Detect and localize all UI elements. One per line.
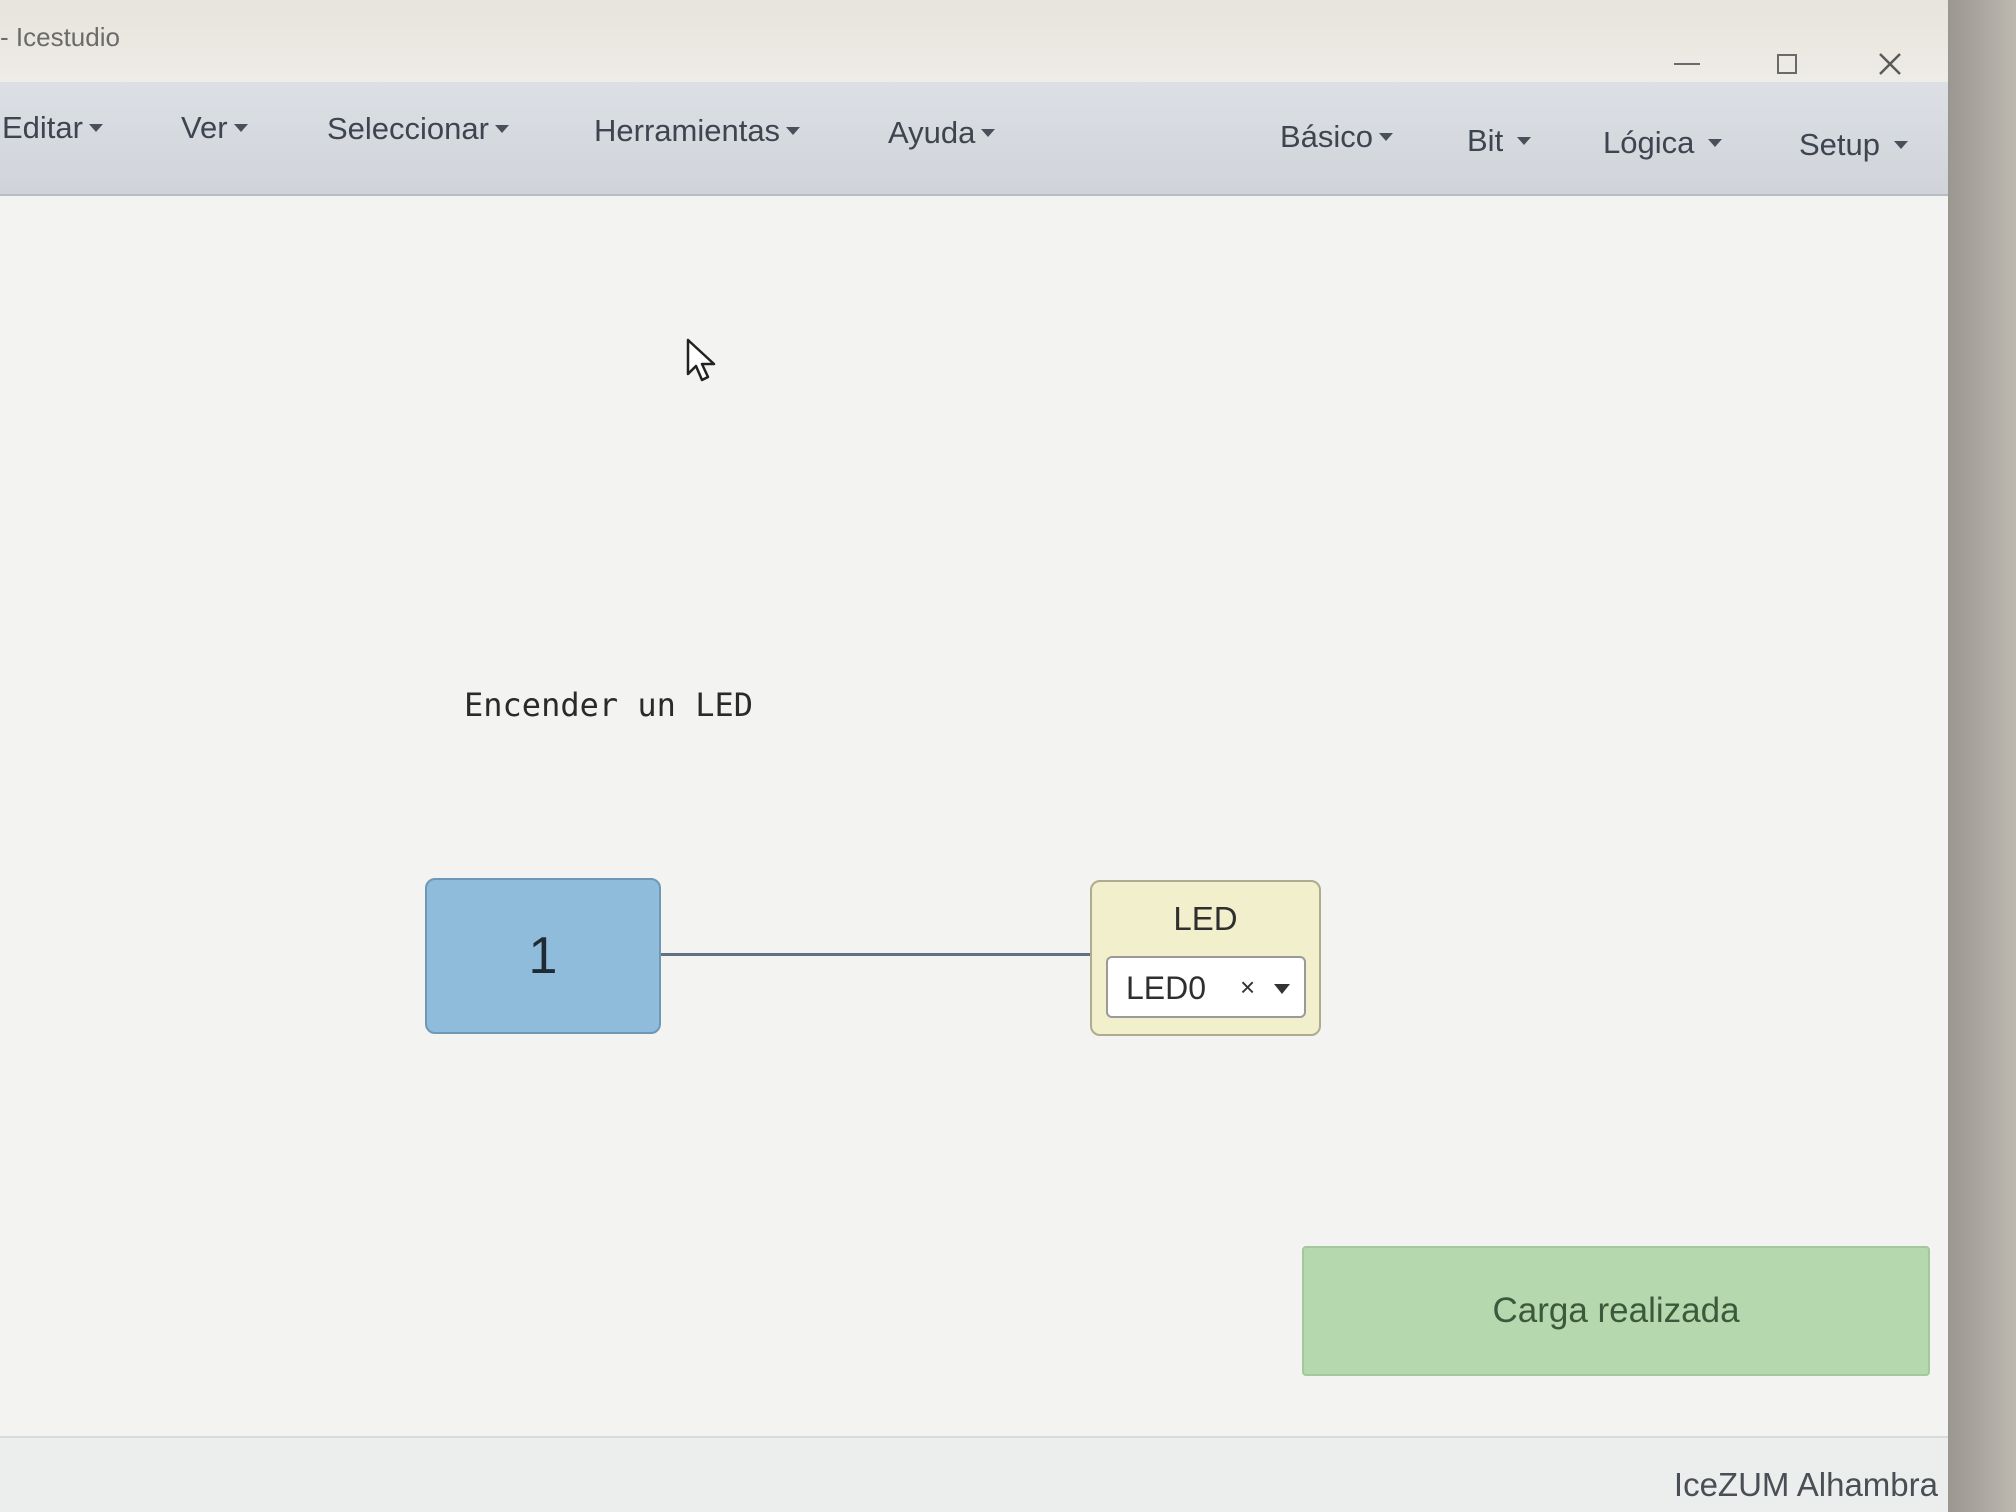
status-footer: IceZUM Alhambra	[0, 1436, 1948, 1512]
led-output-block[interactable]: LED LED0 ×	[1090, 880, 1321, 1036]
menu-basico[interactable]: Básico	[1280, 119, 1394, 155]
caret-down-icon	[981, 129, 996, 137]
caret-down-icon	[1894, 141, 1909, 149]
icestudio-window: - Icestudio Editar Ver Seleccionar Herra…	[0, 0, 1948, 1512]
success-notification[interactable]: Carga realizada	[1302, 1246, 1930, 1376]
minimize-button[interactable]	[1665, 42, 1709, 86]
caret-down-icon	[1379, 133, 1394, 141]
title-bar: - Icestudio	[0, 0, 1948, 82]
menu-editar-label: Editar	[2, 110, 83, 145]
constant-value: 1	[528, 927, 558, 985]
menu-seleccionar[interactable]: Seleccionar	[327, 111, 509, 147]
clear-selection-icon[interactable]: ×	[1240, 972, 1255, 1003]
caret-down-icon	[233, 124, 248, 132]
close-button[interactable]	[1868, 42, 1912, 86]
comment-block[interactable]: Encender un LED	[464, 686, 753, 724]
menu-ver[interactable]: Ver	[181, 110, 248, 146]
notification-message: Carga realizada	[1492, 1291, 1740, 1330]
caret-down-icon	[1708, 139, 1723, 147]
menu-ver-label: Ver	[181, 110, 228, 145]
caret-down-icon	[88, 124, 103, 132]
menu-bit-label: Bit	[1467, 123, 1504, 158]
menu-logica-label: Lógica	[1603, 125, 1695, 160]
caret-down-icon	[786, 127, 801, 135]
menu-bit[interactable]: Bit	[1467, 123, 1532, 159]
menu-herramientas-label: Herramientas	[594, 113, 781, 148]
menu-basico-label: Básico	[1280, 119, 1374, 154]
menu-editar[interactable]: Editar	[2, 110, 103, 146]
caret-down-icon	[494, 125, 509, 133]
menu-setup[interactable]: Setup	[1799, 127, 1909, 163]
led-pin-select[interactable]: LED0 ×	[1106, 956, 1306, 1018]
close-icon	[1879, 53, 1901, 75]
selected-board[interactable]: IceZUM Alhambra	[1674, 1466, 1938, 1504]
constant-block[interactable]: 1	[425, 878, 661, 1034]
led-pin-value: LED0	[1126, 970, 1207, 1006]
caret-down-icon	[1517, 137, 1532, 145]
caret-down-icon[interactable]	[1274, 984, 1290, 994]
cursor-arrow-icon	[686, 338, 716, 382]
menu-bar: Editar Ver Seleccionar Herramientas Ayud…	[0, 82, 1948, 196]
window-title: - Icestudio	[0, 22, 120, 52]
menu-ayuda-label: Ayuda	[888, 115, 976, 150]
minimize-icon	[1674, 63, 1700, 65]
desktop-background	[1948, 0, 2016, 1512]
led-block-title: LED	[1173, 900, 1238, 937]
menu-ayuda[interactable]: Ayuda	[888, 115, 996, 151]
menu-setup-label: Setup	[1799, 127, 1881, 162]
menu-logica[interactable]: Lógica	[1603, 125, 1723, 161]
wire-connection[interactable]	[661, 953, 1091, 956]
menu-herramientas[interactable]: Herramientas	[594, 113, 801, 149]
maximize-button[interactable]	[1765, 42, 1809, 86]
menu-seleccionar-label: Seleccionar	[327, 111, 489, 146]
maximize-icon	[1777, 54, 1797, 74]
